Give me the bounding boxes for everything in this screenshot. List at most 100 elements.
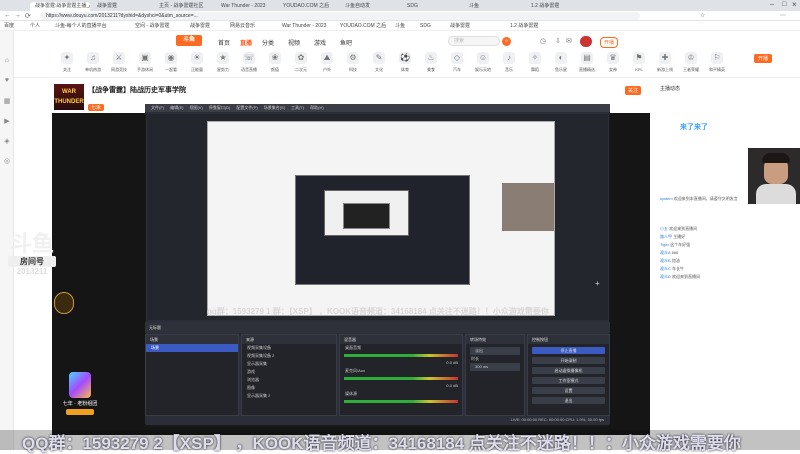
- reload-icon[interactable]: ⟳: [25, 12, 31, 20]
- video-icon[interactable]: ▶: [2, 117, 12, 127]
- category-item[interactable]: ⚙ 科技: [340, 52, 366, 76]
- follow-button[interactable]: 关注: [625, 86, 642, 95]
- tab-youdao[interactable]: YOUDAO.COM 之后: [278, 2, 338, 11]
- volume-meter[interactable]: [344, 377, 458, 380]
- category-item[interactable]: ⚔ 网游竞技: [106, 52, 132, 76]
- category-item[interactable]: ✧ 舞蹈: [522, 52, 548, 76]
- bookmark-item[interactable]: 战争雷霆: [190, 22, 210, 30]
- category-item[interactable]: ✚ 新游上线: [652, 52, 678, 76]
- category-icon[interactable]: ▦: [2, 97, 12, 107]
- bookmark-item[interactable]: 斗鱼-每个人的直播平台: [55, 22, 107, 30]
- source-item[interactable]: 图像: [242, 384, 336, 392]
- star-icon[interactable]: ☆: [700, 12, 705, 19]
- start-live-promo[interactable]: 开播: [754, 54, 773, 63]
- menu-icon[interactable]: ⋯: [780, 12, 786, 19]
- obs-menu-item[interactable]: 视图(V): [189, 105, 202, 110]
- obs-menu-item[interactable]: 帮助(H): [310, 105, 324, 110]
- bookmark-item[interactable]: 空间 - 战争雷霆: [135, 22, 169, 30]
- stop-streaming-button[interactable]: 停止直播: [532, 347, 605, 354]
- category-item[interactable]: ❀ 颜值: [262, 52, 288, 76]
- bookmark-item[interactable]: 斗鱼: [395, 22, 405, 30]
- home-icon[interactable]: ⌂: [2, 57, 12, 67]
- nav-live[interactable]: 直播: [240, 38, 252, 47]
- scene-item[interactable]: 场景: [146, 344, 238, 352]
- fish-bar-icon[interactable]: ◎: [2, 157, 12, 167]
- start-recording-button[interactable]: 开始录制: [532, 357, 605, 364]
- category-item[interactable]: ◉ 一起看: [158, 52, 184, 76]
- tab-auto[interactable]: 斗鱼自动发: [340, 2, 400, 11]
- chat-user[interactable]: 观众D: [660, 274, 671, 279]
- category-item[interactable]: ☺ 娱乐天地: [470, 52, 496, 76]
- chat-user[interactable]: 观众A: [660, 250, 670, 255]
- fan-badge-icon[interactable]: [54, 292, 74, 314]
- chat-user[interactable]: 小五: [660, 226, 668, 231]
- bookmark-item[interactable]: SDG: [420, 22, 431, 30]
- tab-douyu-2[interactable]: 斗鱼: [464, 2, 524, 11]
- obs-menu-item[interactable]: 编辑(E): [170, 105, 183, 110]
- category-item[interactable]: ⚽ 体育: [392, 52, 418, 76]
- nav-game[interactable]: 游戏: [314, 38, 326, 47]
- search-icon[interactable]: ⌕: [502, 37, 511, 46]
- chat-user[interactable]: 路人甲: [660, 234, 672, 239]
- chat-user[interactable]: 观众B: [660, 258, 671, 263]
- nav-video[interactable]: 视频: [288, 38, 300, 47]
- category-item[interactable]: ★ 星势力: [210, 52, 236, 76]
- search-input[interactable]: 搜索: [448, 36, 500, 46]
- category-item[interactable]: ▣ 手游休闲: [132, 52, 158, 76]
- user-avatar[interactable]: [580, 36, 592, 47]
- category-item[interactable]: ⚐ 和平精英: [704, 52, 730, 76]
- volume-meter[interactable]: [344, 354, 458, 357]
- transition-select[interactable]: 淡出: [470, 347, 520, 355]
- douyu-logo[interactable]: 斗鱼: [176, 35, 202, 46]
- virtual-camera-button[interactable]: 启动虚拟摄像机: [532, 367, 605, 374]
- streamer-avatar[interactable]: WAR THUNDER: [54, 84, 84, 110]
- bookmark-item[interactable]: 战争雷霆: [450, 22, 470, 30]
- forward-icon[interactable]: →: [14, 12, 21, 19]
- bookmark-item[interactable]: War Thunder - 2023: [282, 22, 326, 30]
- game-icon[interactable]: ◈: [2, 137, 12, 147]
- source-item[interactable]: 视频采集设备: [242, 344, 336, 352]
- bookmark-item[interactable]: YOUDAO.COM 之后: [340, 22, 386, 30]
- tab-community[interactable]: 主页 - 战争雷霆社区: [154, 2, 214, 11]
- category-item[interactable]: ⚑ KPL: [626, 52, 652, 76]
- exit-button[interactable]: 退出: [532, 397, 605, 404]
- category-item[interactable]: ♫ 单机热游: [80, 52, 106, 76]
- chat-user[interactable]: system: [660, 196, 673, 201]
- tab-sdg[interactable]: SDG: [402, 2, 462, 11]
- obs-menu-item[interactable]: 文件(F): [151, 105, 164, 110]
- fan-club-badge[interactable]: 七年 · 老粉组团: [60, 372, 100, 424]
- studio-mode-button[interactable]: 工作室模式: [532, 377, 605, 384]
- source-item[interactable]: 视频采集设备 2: [242, 352, 336, 360]
- bookmark-item[interactable]: 网易云音乐: [230, 22, 255, 30]
- download-icon[interactable]: ⇩: [555, 37, 561, 45]
- bookmark-item[interactable]: 1.2 战争雷霆: [510, 22, 538, 30]
- follow-icon[interactable]: ♥: [2, 77, 12, 87]
- tab-wt-12[interactable]: 1.2 战争雷霆: [526, 2, 586, 11]
- tab-wt-2023[interactable]: War Thunder - 2023: [216, 2, 276, 11]
- obs-menu-item[interactable]: 场景集合(S): [264, 105, 285, 110]
- nav-fishbar[interactable]: 鱼吧: [340, 38, 352, 47]
- category-item[interactable]: ⛰ 户外: [314, 52, 340, 76]
- category-item[interactable]: ☏ 语音直播: [236, 52, 262, 76]
- source-item[interactable]: 浏览器: [242, 376, 336, 384]
- bookmark-item[interactable]: 百度: [4, 22, 14, 30]
- back-icon[interactable]: ←: [4, 12, 11, 19]
- source-item[interactable]: 显示器采集: [242, 360, 336, 368]
- source-item[interactable]: 游戏: [242, 368, 336, 376]
- nav-home[interactable]: 首页: [218, 38, 230, 47]
- category-item[interactable]: ◐ 鱼乐星: [548, 52, 574, 76]
- obs-menu-item[interactable]: 配置文件(P): [236, 105, 257, 110]
- tab-douyu[interactable]: 战争雷霆:战争雷霆主播_战争雷霆直播-斗鱼直播: [30, 2, 90, 11]
- nav-category[interactable]: 分类: [262, 38, 274, 47]
- category-item[interactable]: ✎ 文化: [366, 52, 392, 76]
- category-item[interactable]: ♪ 音乐: [496, 52, 522, 76]
- category-item[interactable]: ♛ 女神: [600, 52, 626, 76]
- category-item[interactable]: ✦ 关注: [54, 52, 80, 76]
- bookmark-item[interactable]: 个人: [30, 22, 40, 30]
- url-input[interactable]: https://www.douyu.com/2013211?dyshid=&dy…: [40, 12, 640, 20]
- category-item[interactable]: ♔ 王者荣耀: [678, 52, 704, 76]
- category-item[interactable]: ♨ 美食: [418, 52, 444, 76]
- duration-input[interactable]: 300 ms: [470, 363, 520, 371]
- category-item[interactable]: ◇ 汽车: [444, 52, 470, 76]
- maximize-icon[interactable]: □: [782, 1, 786, 8]
